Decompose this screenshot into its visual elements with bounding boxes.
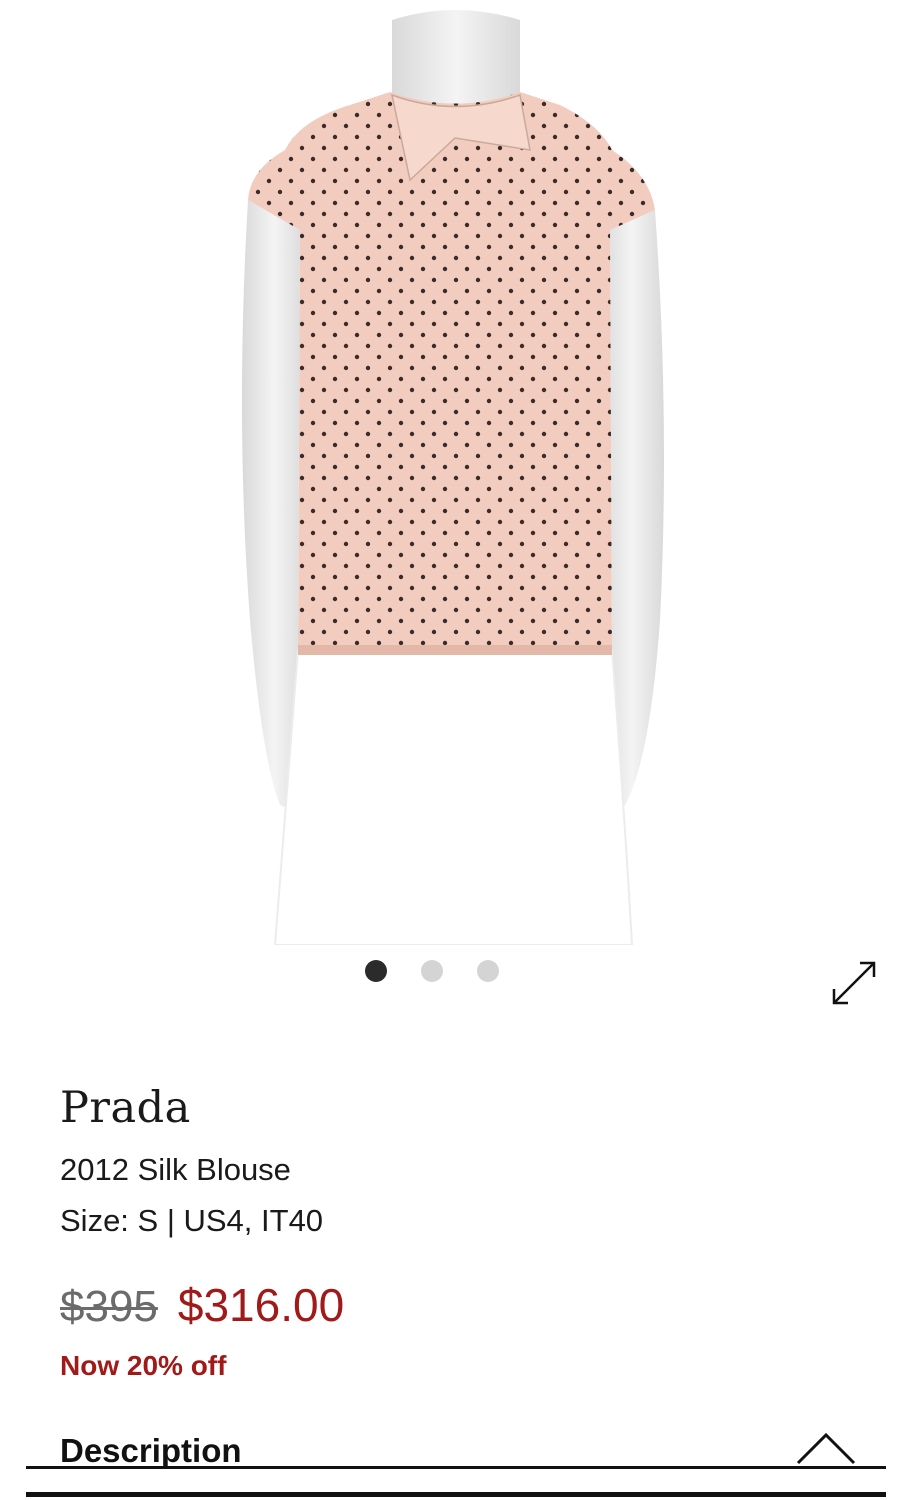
- carousel-dots: [365, 960, 499, 982]
- price-row: $395 $316.00: [60, 1278, 344, 1332]
- product-name: 2012 Silk Blouse: [60, 1152, 291, 1187]
- bottom-bar: [26, 1492, 886, 1497]
- carousel-dot-3[interactable]: [477, 960, 499, 982]
- description-title[interactable]: Description: [60, 1432, 242, 1470]
- carousel-dot-1[interactable]: [365, 960, 387, 982]
- discount-note: Now 20% off: [60, 1350, 227, 1381]
- original-price: $395: [60, 1282, 158, 1331]
- divider: [26, 1466, 886, 1469]
- expand-arrows-icon[interactable]: [828, 957, 880, 1009]
- sale-price: $316.00: [177, 1279, 345, 1331]
- product-image[interactable]: [0, 0, 912, 945]
- carousel-dot-2[interactable]: [421, 960, 443, 982]
- chevron-up-icon[interactable]: [795, 1430, 857, 1466]
- product-size: Size: S | US4, IT40: [60, 1203, 324, 1238]
- brand-name: Prada: [60, 1083, 191, 1133]
